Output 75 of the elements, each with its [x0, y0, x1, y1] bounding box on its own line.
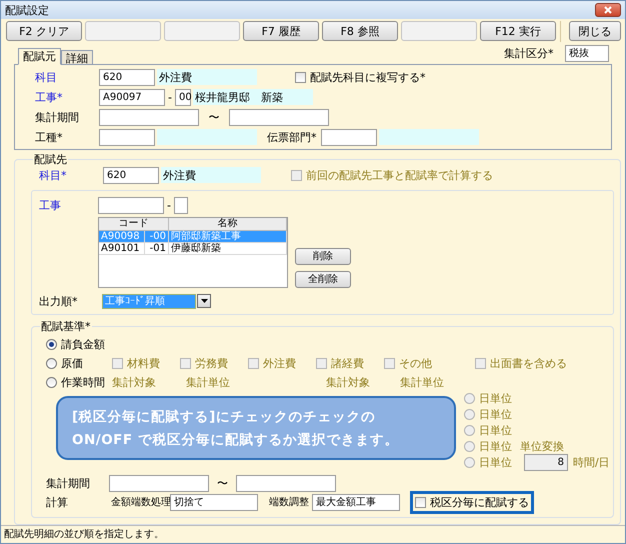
input-field[interactable]	[99, 128, 155, 146]
column-header: 名称	[169, 218, 287, 230]
field-label: 端数調整	[268, 496, 310, 510]
status-text: 配賦先明細の並び順を指定します。	[4, 528, 164, 542]
checkbox[interactable]: 配賦先科目に複写する*	[295, 70, 426, 85]
input-field[interactable]: 税抜	[565, 44, 609, 62]
input-field[interactable]	[109, 474, 209, 492]
column-header: コード	[99, 218, 169, 230]
callout-text: ON/OFF で税区分毎に配賦するか選択できます。	[72, 430, 400, 448]
column-label: 集計単位	[186, 374, 231, 390]
delete-button[interactable]: 削除	[295, 248, 351, 265]
radio-button[interactable]: 作業時間	[46, 374, 112, 390]
window-title: 配賦設定	[5, 2, 49, 18]
column-label: 集計単位	[400, 374, 445, 390]
tilde-separator: 〜	[216, 476, 229, 491]
blank-key-button[interactable]	[85, 21, 161, 42]
field-label: 集計期間	[46, 476, 91, 491]
function-key-button[interactable]: F2 クリア	[6, 21, 82, 42]
tab[interactable]: 配賦元	[18, 48, 61, 65]
column-label: 集計対象	[112, 374, 157, 390]
input-field[interactable]: A90097	[99, 88, 165, 106]
input-field[interactable]: 8	[524, 454, 568, 472]
group-title: 配賦基準*	[40, 318, 92, 334]
input-field[interactable]: 切捨て	[170, 494, 258, 511]
function-key-button[interactable]: F12 実行	[480, 21, 556, 42]
name-display: 外注費	[157, 69, 257, 86]
input-field[interactable]	[229, 108, 329, 126]
field-label: 科目*	[39, 168, 68, 183]
input-field[interactable]	[98, 196, 164, 214]
field-label: 時間/日	[573, 455, 611, 470]
table-cell: -00	[145, 230, 169, 242]
separator: -	[167, 90, 173, 104]
close-button[interactable]: 閉じる	[569, 21, 621, 42]
input-field[interactable]	[321, 128, 377, 146]
field-label: 集計区分*	[504, 46, 554, 61]
table-cell: 阿部邸新築工事	[169, 230, 287, 242]
radio-button[interactable]: 原価	[46, 356, 112, 371]
radio-button[interactable]: 請負金額	[46, 336, 105, 352]
field-label: 単位変換	[520, 439, 565, 454]
field-label: 科目	[35, 70, 58, 85]
input-field[interactable]: 最大金額工事	[312, 494, 400, 511]
delete-button[interactable]: 全削除	[295, 270, 351, 288]
field-label: 金額端数処理	[111, 496, 170, 510]
field-label: 計算	[46, 494, 69, 510]
group-title: 配賦先	[33, 152, 68, 167]
blank-key-button[interactable]	[401, 21, 477, 42]
separator: -	[166, 198, 172, 212]
table-cell: A90098	[99, 230, 145, 242]
input-field[interactable]	[174, 196, 188, 214]
field-label: 伝票部門*	[267, 130, 318, 145]
blank-key-button[interactable]	[164, 21, 240, 42]
input-field[interactable]	[99, 108, 199, 126]
close-icon[interactable]	[595, 3, 621, 18]
field-label: 集計期間	[35, 110, 80, 125]
input-field[interactable]: 00	[175, 88, 191, 106]
input-field[interactable]: 620	[99, 68, 155, 86]
field-label: 工事	[39, 198, 62, 213]
table-cell: -01	[145, 242, 169, 254]
table-cell: 伊藤邸新築	[169, 242, 287, 254]
function-key-button[interactable]: F7 履歴	[243, 21, 319, 42]
table-cell: A90101	[99, 242, 145, 254]
callout-text: [税区分毎に配賦する]にチェックのチェックの	[72, 408, 376, 426]
function-key-button[interactable]: F8 参照	[322, 21, 398, 42]
column-label: 集計対象	[326, 374, 371, 390]
list-row[interactable]: A90101 -01 伊藤邸新築	[99, 242, 287, 255]
field-label: 工事*	[35, 90, 64, 105]
checkbox[interactable]: 税区分毎に配賦する	[415, 494, 529, 510]
name-display: 外注費	[161, 167, 261, 184]
field-label: 工種*	[35, 130, 64, 145]
input-field[interactable]	[236, 474, 336, 492]
tab[interactable]: 詳細	[61, 50, 93, 65]
tilde-separator: 〜	[208, 110, 220, 125]
field-label: 出力順*	[39, 294, 78, 309]
input-field[interactable]: 620	[103, 166, 159, 184]
name-display: 桜井龍男邸 新築	[193, 89, 313, 106]
